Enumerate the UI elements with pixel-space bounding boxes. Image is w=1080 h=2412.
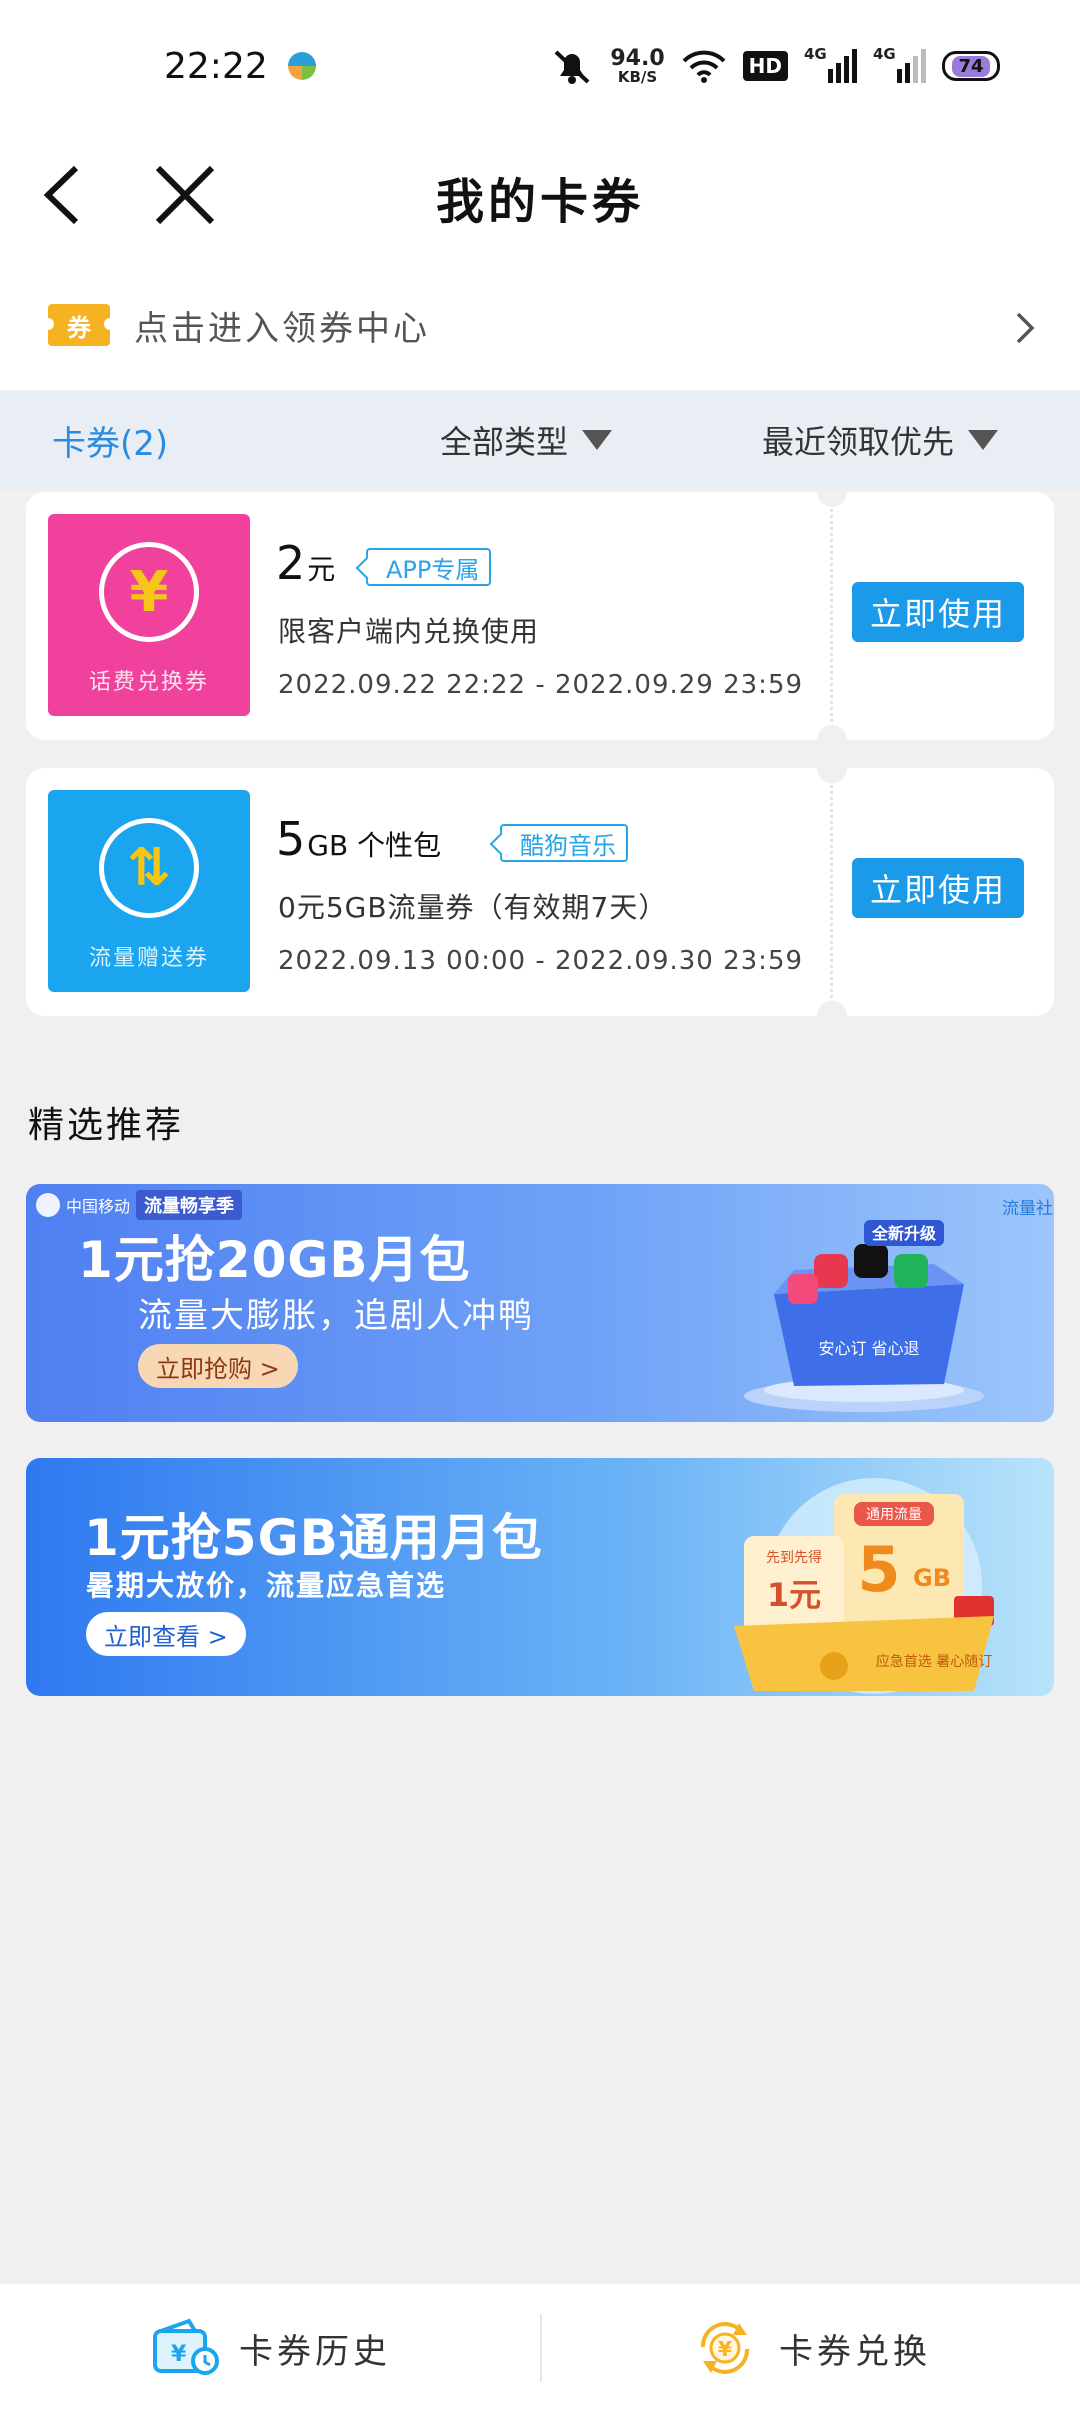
coupon-amount: 2 元	[276, 536, 335, 590]
ticket-label: 通用流量	[866, 1507, 922, 1523]
sort-label: 最近领取优先	[762, 423, 955, 461]
bottom-divider	[540, 2314, 542, 2382]
svg-text:¥: ¥	[718, 2337, 736, 2361]
coupon-history-button[interactable]: ¥ 卡券历史	[0, 2284, 540, 2412]
coupon-amount-value: 5	[276, 812, 306, 866]
coupon-image-tag: 话费兑换券	[88, 670, 209, 695]
promo-banner[interactable]: 1元抢5GB通用月包 暑期大放价，流量应急首选 立即查看 > 通用流量 5 GB…	[26, 1458, 1054, 1696]
box-text: 安心订 省心退	[818, 1339, 919, 1358]
coupon-card: ⇅ 流量赠送券 5 GB 个性包 酷狗音乐 0元5GB流量券（有效期7天） 20…	[26, 768, 1054, 1016]
mute-icon	[555, 50, 590, 84]
wallet-clock-icon: ¥	[153, 2318, 219, 2375]
data-transfer-icon: ⇅	[99, 818, 199, 918]
chevron-right-icon	[1016, 312, 1035, 344]
type-filter-label: 全部类型	[440, 423, 569, 461]
svg-text:¥: ¥	[171, 2342, 190, 2367]
coupon-divider	[830, 768, 833, 1016]
coupon-image-tag: 流量赠送券	[88, 946, 209, 971]
view-now-button[interactable]: 立即查看 >	[86, 1612, 246, 1656]
coupon-notch	[817, 725, 847, 740]
coupon-validity: 2022.09.22 22:22 - 2022.09.29 23:59	[278, 670, 804, 700]
coupon-desc: 0元5GB流量券（有效期7天）	[278, 891, 668, 924]
banner-brand: 中国移动 流量畅享季	[36, 1190, 243, 1220]
network-speed: 94.0 KB/S	[610, 45, 665, 86]
banner-subtitle: 暑期大放价，流量应急首选	[86, 1569, 447, 1602]
coupon-notch	[817, 768, 847, 783]
status-bar: 22:22 94.0 KB/S HD 4G 4G 74	[0, 0, 1080, 130]
filter-bar: 卡券(2) 全部类型 最近领取优先	[0, 390, 1080, 490]
section-title: 精选推荐	[28, 1105, 185, 1146]
promo-banner[interactable]: 中国移动 流量畅享季 流量社区 1元抢20GB月包 流量大膨胀，追剧人冲鸭 立即…	[26, 1184, 1054, 1422]
coupon-history-label: 卡券历史	[239, 2331, 391, 2372]
yen-exchange-icon: ¥	[700, 2322, 750, 2374]
ticket-big: 5	[857, 1533, 900, 1606]
coupon-exchange-label: 卡券兑换	[779, 2331, 931, 2372]
coupon-amount-unit: 元	[307, 553, 336, 586]
battery-icon: 74	[942, 51, 1000, 81]
triangle-down-icon	[582, 430, 613, 450]
coupon-validity: 2022.09.13 00:00 - 2022.09.30 23:59	[278, 946, 804, 976]
speed-value: 94.0	[610, 45, 665, 71]
use-now-button[interactable]: 立即使用	[852, 858, 1024, 918]
page-title: 我的卡券	[435, 174, 644, 230]
bottom-bar: ¥ 卡券历史 ¥ 卡券兑换	[0, 2284, 1080, 2412]
coupon-notch	[817, 492, 847, 507]
signal-icon-1: 4G	[804, 45, 857, 83]
wifi-icon	[682, 50, 726, 83]
ticket-unit: GB	[913, 1564, 951, 1592]
coupon-desc: 限客户端内兑换使用	[278, 615, 540, 648]
coupon-badge: APP专属	[366, 548, 492, 586]
banner-headline: 1元抢20GB月包	[78, 1231, 471, 1289]
yen-icon: ¥	[99, 542, 199, 642]
sort-dropdown[interactable]: 最近领取优先	[762, 417, 999, 463]
coupon-image: ¥ 话费兑换券	[48, 514, 250, 716]
coupon-amount-unit: GB 个性包	[307, 829, 442, 862]
box-text: 应急首选 暑心随订	[876, 1653, 992, 1670]
ticket-left-top: 先到先得	[766, 1549, 822, 1566]
speed-unit: KB/S	[617, 67, 658, 86]
brand-text: 中国移动	[66, 1197, 131, 1216]
coupon-ticket-icon: 券	[42, 304, 116, 346]
china-mobile-logo-icon	[36, 1193, 60, 1217]
ticket-left: 1元	[767, 1576, 821, 1614]
coupon-count-tab[interactable]: 卡券(2)	[52, 416, 168, 465]
coupon-center-label: 点击进入领券中心	[134, 308, 430, 349]
carrier-icon	[288, 52, 316, 80]
coupon-amount: 5 GB 个性包	[276, 812, 441, 866]
status-icons: 94.0 KB/S HD 4G 4G 74	[550, 44, 1000, 88]
type-filter-dropdown[interactable]: 全部类型	[440, 417, 613, 463]
coupon-center-link[interactable]: 券 点击进入领券中心	[0, 260, 1080, 390]
campaign-pill: 流量畅享季	[136, 1190, 243, 1220]
banner-subtitle: 流量大膨胀，追剧人冲鸭	[138, 1296, 534, 1336]
triangle-down-icon	[968, 430, 999, 450]
coupon-card: ¥ 话费兑换券 2 元 APP专属 限客户端内兑换使用 2022.09.22 2…	[26, 492, 1054, 740]
net-label-2: 4G	[873, 45, 896, 63]
gift-box-illustration: 全新升级 安心订 省心退	[744, 1220, 984, 1412]
coupon-image: ⇅ 流量赠送券	[48, 790, 250, 992]
use-now-button[interactable]: 立即使用	[852, 582, 1024, 642]
coupon-notch	[817, 1001, 847, 1016]
banner-headline: 1元抢5GB通用月包	[84, 1509, 543, 1567]
coupon-amount-value: 2	[276, 536, 306, 590]
box-label: 全新升级	[871, 1224, 937, 1243]
coupon-badge: 酷狗音乐	[500, 824, 628, 862]
nav-bar: 我的卡券	[0, 130, 1080, 260]
battery-level: 74	[952, 55, 990, 77]
coupon-divider	[830, 492, 833, 740]
coupon-exchange-button[interactable]: ¥ 卡券兑换	[540, 2284, 1080, 2412]
signal-icon-2: 4G	[873, 45, 926, 83]
status-time: 22:22	[164, 46, 268, 87]
buy-now-button[interactable]: 立即抢购 >	[138, 1344, 298, 1388]
net-label-1: 4G	[804, 45, 827, 63]
hd-icon: HD	[742, 51, 788, 81]
data-package-illustration: 通用流量 5 GB 先到先得 1元 应急首选 暑心随订	[734, 1478, 994, 1694]
